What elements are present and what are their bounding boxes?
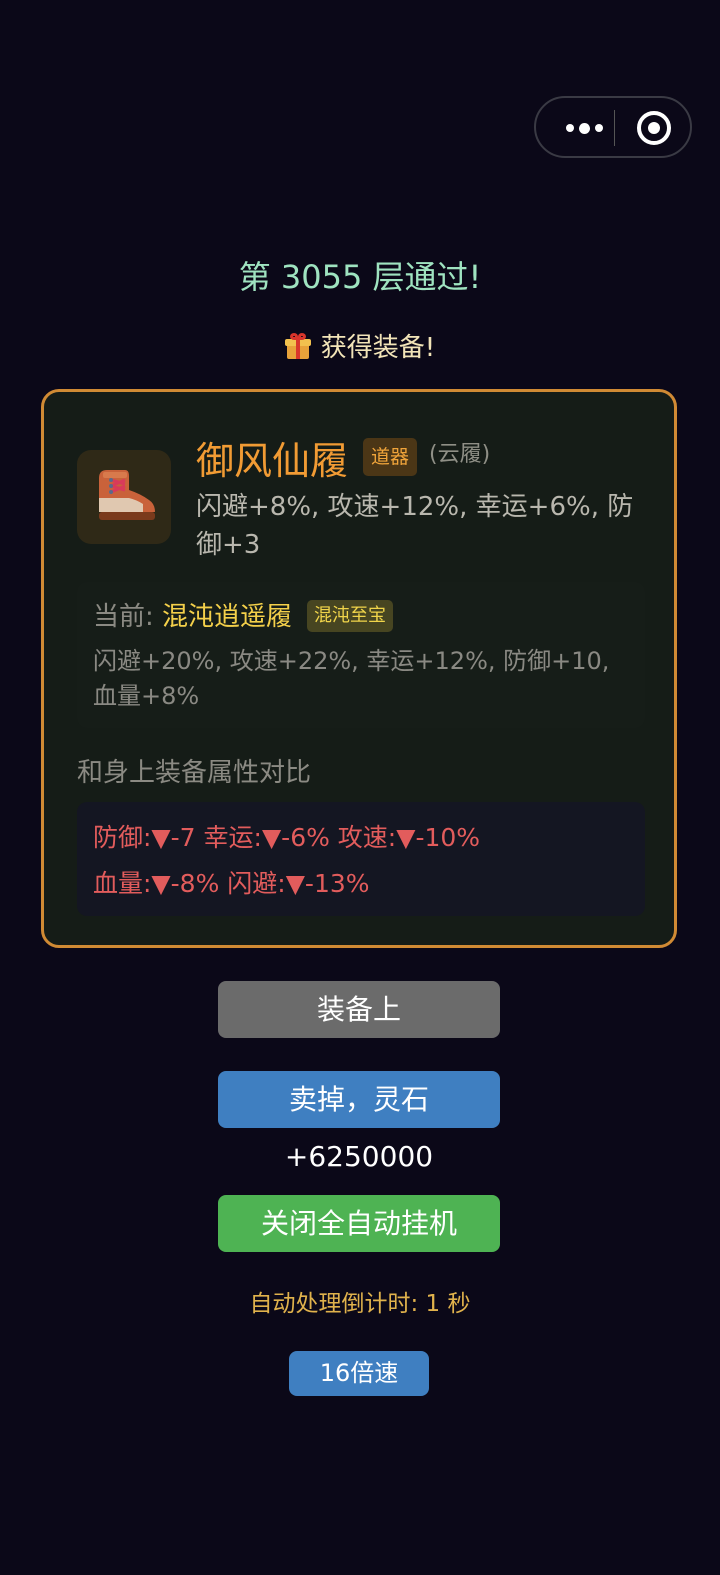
more-menu-icon[interactable] (556, 116, 612, 140)
item-name: 御风仙履 (196, 439, 349, 483)
item-rank-badge: 道器 (363, 438, 418, 476)
equip-button[interactable]: 装备上 (218, 981, 500, 1038)
current-equipment-label: 当前: 混沌逍遥履 (93, 596, 292, 633)
compare-title: 和身上装备属性对比 (77, 758, 312, 788)
gift-icon (284, 332, 311, 359)
stop-auto-button[interactable]: 关闭全自动挂机 (218, 1195, 500, 1252)
gain-equipment-text: 获得装备! (320, 333, 436, 363)
current-equipment-panel: 当前: 混沌逍遥履 混沌至宝 闪避+20%, 攻速+22%, 幸运+12%, 防… (77, 582, 645, 728)
capsule-divider (614, 110, 615, 146)
gain-equipment-line: 获得装备! (0, 327, 720, 364)
stat-diff-panel: 防御:▼-7 幸运:▼-6% 攻速:▼-10% 血量:▼-8% 闪避:▼-13% (77, 802, 645, 916)
boot-icon (99, 470, 155, 520)
speed-button[interactable]: 16倍速 (289, 1351, 429, 1396)
auto-countdown: 自动处理倒计时: 1 秒 (249, 1291, 471, 1317)
item-stats: 闪避+8%, 攻速+12%, 幸运+6%, 防御+3 (196, 492, 634, 560)
mini-program-capsule (534, 96, 692, 158)
current-equipment-stats: 闪避+20%, 攻速+22%, 幸运+12%, 防御+10, 血量+8% (93, 647, 610, 710)
close-target-icon[interactable] (637, 111, 671, 145)
floor-cleared-title: 第 3055 层通过! (238, 258, 482, 296)
equipment-card: 御风仙履 道器 (云履) 闪避+8%, 攻速+12%, 幸运+6%, 防御+3 … (41, 389, 677, 948)
item-subtype: (云履) (429, 442, 491, 467)
stat-diff-line: 防御:▼-7 幸运:▼-6% 攻速:▼-10% (93, 823, 481, 852)
current-rank-badge: 混沌至宝 (307, 600, 393, 632)
item-icon-frame (77, 450, 171, 544)
sell-button[interactable]: 卖掉，灵石+6250000 (218, 1071, 500, 1173)
current-prefix: 当前: (93, 602, 163, 632)
stat-diff-line: 血量:▼-8% 闪避:▼-13% (93, 869, 370, 898)
current-equipment-name: 混沌逍遥履 (162, 602, 293, 632)
